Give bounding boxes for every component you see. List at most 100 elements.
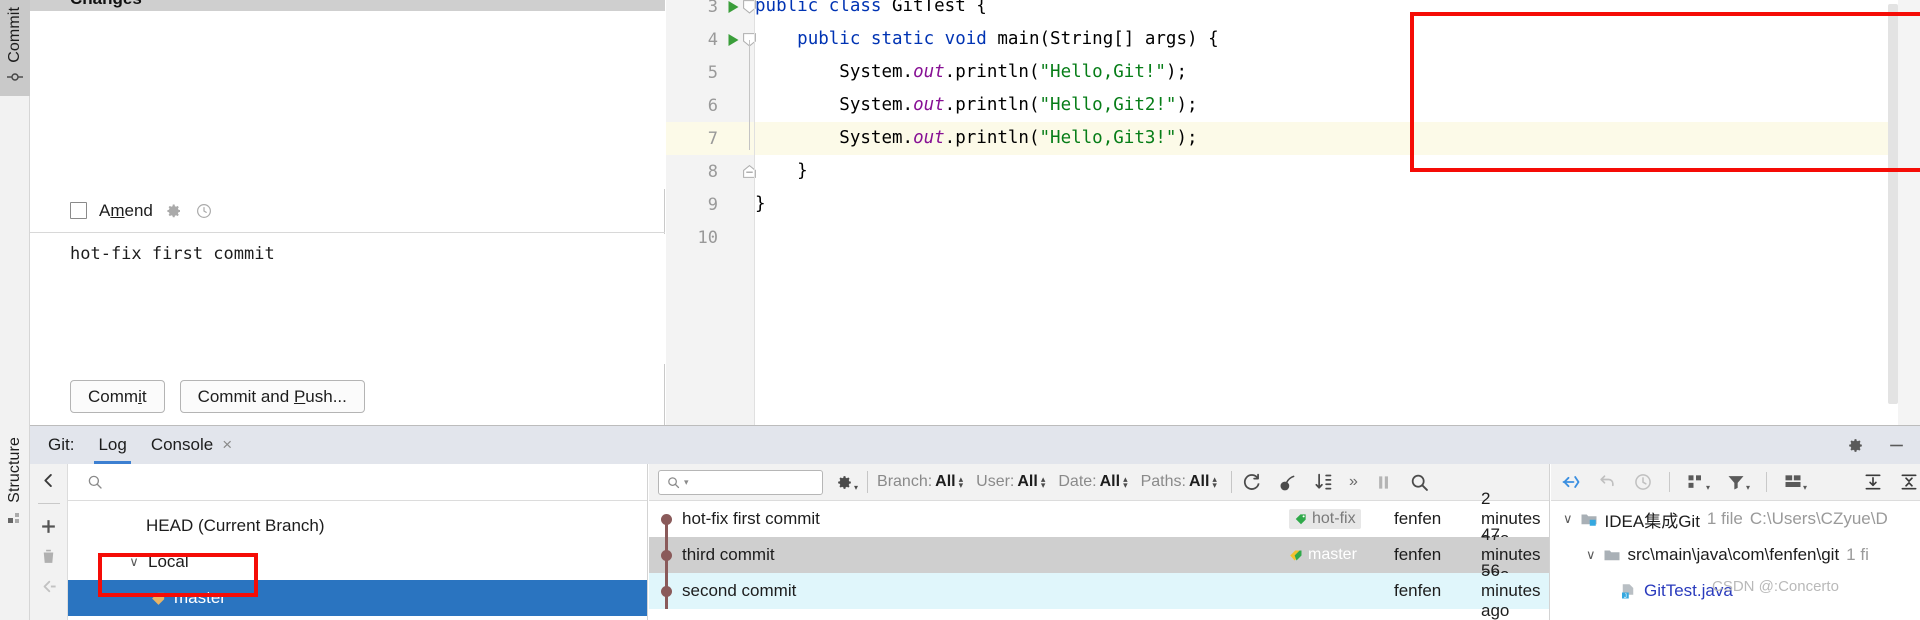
gutter-line-5[interactable]: 5 [666,56,755,89]
commit-search-input[interactable]: ▾ [658,469,823,495]
view-options-icon[interactable]: ▾ [1783,472,1807,492]
commit-message-area[interactable]: hot-fix first commit [30,234,665,364]
code-line-9[interactable]: } [755,188,1920,221]
branch-row-hotfix[interactable]: hot-fix [68,616,647,620]
gutter-line-6[interactable]: 6 [666,89,755,122]
chevron-down-icon[interactable]: ∨ [1563,511,1573,527]
code-line-7[interactable]: System.out.println("Hello,Git3!"); [755,122,1920,155]
collapse-all-icon[interactable] [1899,472,1919,492]
tab-log[interactable]: Log [94,426,132,464]
editor-vertical-scrollbar[interactable] [1888,4,1898,404]
commit-log-panel[interactable]: ▾ ▾ Branch: All ▴ ▾ User: All ▴ ▾ Date: … [649,464,1550,620]
line-number: 8 [707,161,718,182]
commit-row[interactable]: second commit fenfen 56 minutes ago [649,561,1549,620]
commit-options-gear-icon[interactable] [165,202,183,220]
branch-tree-panel[interactable]: HEAD (Current Branch) ∨ Local master [68,464,648,620]
chevron-updown-icon[interactable]: ▴ ▾ [1041,475,1046,490]
file-tree-row[interactable]: ∨ IDEA集成Git 1 file C:\Users\CZyue\D [1551,501,1920,537]
filter-date[interactable]: Date: All ▴ ▾ [1058,473,1127,491]
branch-row-local[interactable]: ∨ Local [68,544,647,580]
line-number: 4 [707,29,718,50]
commit-row[interactable]: third commit master fenfen 47 minutes ag… [649,525,1549,584]
pause-icon[interactable] [1373,472,1394,493]
fold-guide-line [749,40,750,150]
chevron-updown-icon[interactable]: ▴ ▾ [959,475,964,490]
code-line-10[interactable] [755,221,1920,254]
filter-branch-value: All [935,473,956,490]
search-icon[interactable] [1409,472,1430,493]
java-file-icon: J [1622,584,1634,600]
code-line-4[interactable]: public static void main(String[] args) { [755,23,1920,56]
changes-header-label: Changes [70,0,142,9]
chevron-updown-icon[interactable]: ▴ ▾ [1123,475,1128,490]
group-by-icon[interactable]: ▾ [1686,472,1710,492]
gutter-line-9[interactable]: 9 [666,188,755,221]
code-line-3[interactable]: public class GitTest { [755,0,1920,23]
gear-icon[interactable] [1846,436,1865,455]
collapse-left-icon[interactable] [39,471,58,490]
filter-date-label: Date: [1058,473,1097,490]
commit-row[interactable]: hot-fix first commit hot-fix fenfen 2 mi… [649,489,1549,548]
tool-button-structure[interactable]: Structure [0,430,30,620]
collapse-to-icon[interactable] [1561,472,1581,492]
line-number: 9 [707,194,718,215]
editor-code-area[interactable]: public class GitTest { public static voi… [755,0,1920,425]
filter-icon[interactable]: ▾ [1726,472,1750,492]
chevron-updown-icon[interactable]: ▴ ▾ [1212,475,1217,490]
code-line-6[interactable]: System.out.println("Hello,Git2!"); [755,89,1920,122]
filter-paths[interactable]: Paths: All ▴ ▾ [1141,473,1217,491]
tab-console[interactable]: Console × [151,426,232,464]
file-tree-toolbar: ▾ ▾ ▾ [1551,464,1920,501]
left-tool-strip: Commit Structure [0,0,30,620]
chevron-down-icon[interactable]: ∨ [126,554,142,570]
run-arrow-icon[interactable] [727,33,740,47]
branch-row-head[interactable]: HEAD (Current Branch) [68,508,647,544]
branch-search-row[interactable] [68,464,647,501]
expand-all-icon[interactable] [1863,472,1883,492]
commit-ref-tag-label: hot-fix [1312,510,1356,527]
editor-gutter[interactable]: 3 4 5 6 7 8 9 10 [666,0,756,425]
gutter-line-7[interactable]: 7 [666,122,755,155]
amend-checkbox[interactable] [70,202,87,219]
code-editor[interactable]: 3 4 5 6 7 8 9 10 public class GitTest { public … [666,0,1920,425]
sort-icon[interactable] [1313,472,1334,493]
filter-user[interactable]: User: All ▴ ▾ [976,473,1045,491]
run-arrow-icon[interactable] [727,0,740,14]
filter-user-value: All [1017,473,1038,490]
editor-scroll-gutter [1898,0,1920,425]
history-icon[interactable] [1633,472,1653,492]
code-line-5[interactable]: System.out.println("Hello,Git!"); [755,56,1920,89]
gutter-line-10[interactable]: 10 [666,221,755,254]
search-dropdown-caret-icon[interactable]: ▾ [684,477,689,488]
tool-button-commit[interactable]: Commit [0,0,30,96]
add-icon[interactable] [39,517,58,536]
file-tree-row[interactable]: ∨ src\main\java\com\fenfen\git 1 fi [1551,537,1920,573]
git-tab-bar: Git: Log Console × [30,426,1920,464]
svg-text:J: J [1624,594,1627,600]
filter-branch[interactable]: Branch: All ▴ ▾ [877,473,963,491]
commit-details-file-tree[interactable]: ▾ ▾ ▾ ∨ IDEA集成Git 1 file C:\Users\CZyue\… [1551,464,1920,620]
chevron-down-icon[interactable]: ∨ [1586,547,1596,563]
filter-divider [1230,471,1232,493]
code-line-8[interactable]: } [755,155,1920,188]
undo-icon[interactable] [1597,472,1617,492]
line-number: 5 [707,62,718,83]
commit-history-clock-icon[interactable] [195,202,213,220]
cherry-pick-icon[interactable] [1277,472,1298,493]
commit-panel: Changes Amend hot-fix first commit Commi… [30,0,665,425]
branch-row-master[interactable]: master [68,580,647,616]
collapse-pane-icon[interactable] [39,577,58,596]
commit-ref-tag[interactable]: hot-fix [1289,509,1361,529]
refresh-icon[interactable] [1241,472,1262,493]
more-icon[interactable]: » [1349,473,1358,491]
branch-row-master-label: master [174,588,226,607]
commit-message: hot-fix first commit [682,509,820,528]
changes-file-list[interactable] [30,11,665,189]
minimize-icon[interactable] [1887,436,1906,455]
commit-ref-tag[interactable]: master [1289,546,1357,564]
delete-trash-icon[interactable] [39,547,58,566]
close-icon[interactable]: × [222,426,232,464]
commit-button[interactable]: Commit [70,380,165,413]
commit-and-push-button[interactable]: Commit and Push... [179,380,365,413]
log-settings-gear-icon[interactable]: ▾ [835,473,858,492]
